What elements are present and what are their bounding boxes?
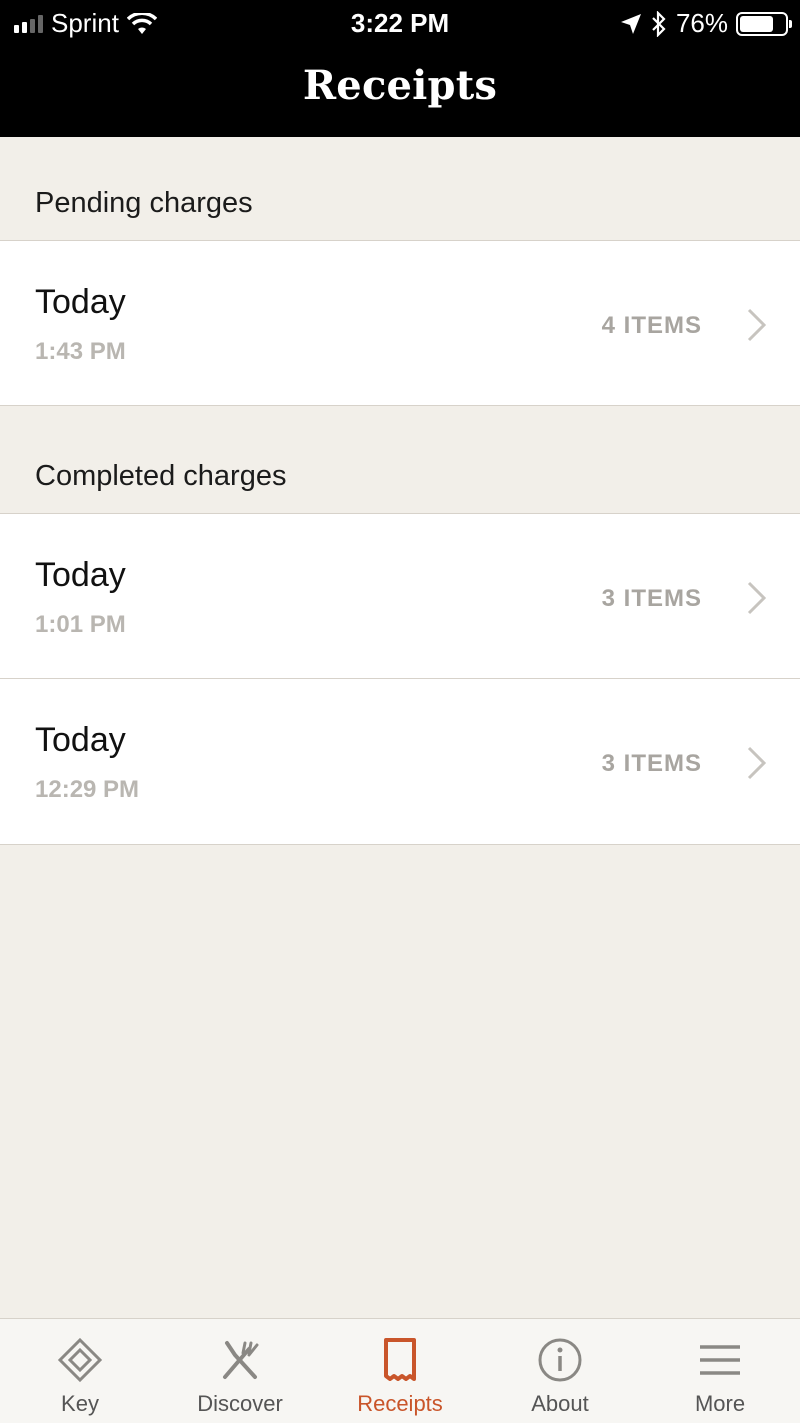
receipt-icon — [384, 1338, 416, 1381]
tab-label: Key — [61, 1391, 99, 1416]
receipt-row[interactable]: Today 1:43 PM 4 ITEMS — [0, 241, 800, 406]
item-count: 3 ITEMS — [601, 750, 702, 777]
section-title: Pending charges — [35, 187, 253, 219]
status-bar: Sprint 3:22 PM 76% — [0, 0, 800, 44]
tab-label: Receipts — [357, 1391, 443, 1416]
receipt-row[interactable]: Today 1:01 PM 3 ITEMS — [0, 514, 800, 679]
section-title: Completed charges — [35, 460, 287, 492]
section-header-completed: Completed charges — [0, 406, 800, 514]
tab-receipts[interactable]: Receipts — [320, 1319, 480, 1423]
key-diamond-icon — [57, 1337, 103, 1383]
item-count: 3 ITEMS — [601, 585, 702, 612]
page-title: Receipts — [302, 62, 498, 109]
top-bar: Sprint 3:22 PM 76% Receipts — [0, 0, 800, 137]
battery-icon — [736, 11, 792, 36]
tab-about[interactable]: About — [480, 1319, 640, 1423]
receipt-time: 1:01 PM — [35, 611, 126, 638]
status-right: 76% — [620, 8, 792, 39]
utensils-icon — [223, 1341, 259, 1379]
tab-bar: Key Discover Receipts About More — [0, 1318, 800, 1423]
tab-discover[interactable]: Discover — [160, 1319, 320, 1423]
bluetooth-icon — [652, 10, 666, 37]
menu-icon — [700, 1345, 740, 1375]
receipt-date: Today — [35, 283, 126, 321]
item-count: 4 ITEMS — [601, 312, 702, 339]
tab-more[interactable]: More — [640, 1319, 800, 1423]
chevron-right-icon — [747, 581, 767, 615]
tab-key[interactable]: Key — [0, 1319, 160, 1423]
receipt-date: Today — [35, 556, 126, 594]
chevron-right-icon — [747, 746, 767, 780]
receipt-time: 12:29 PM — [35, 776, 140, 803]
tab-label: Discover — [197, 1391, 283, 1416]
receipt-time: 1:43 PM — [35, 338, 126, 365]
tab-label: More — [694, 1391, 746, 1416]
chevron-right-icon — [747, 308, 767, 342]
receipt-row[interactable]: Today 12:29 PM 3 ITEMS — [0, 679, 800, 845]
receipt-date: Today — [35, 721, 126, 759]
tab-label: About — [531, 1391, 589, 1416]
section-header-pending: Pending charges — [0, 137, 800, 241]
info-icon — [538, 1338, 582, 1382]
location-arrow-icon — [620, 13, 641, 34]
battery-percent: 76% — [675, 8, 728, 38]
